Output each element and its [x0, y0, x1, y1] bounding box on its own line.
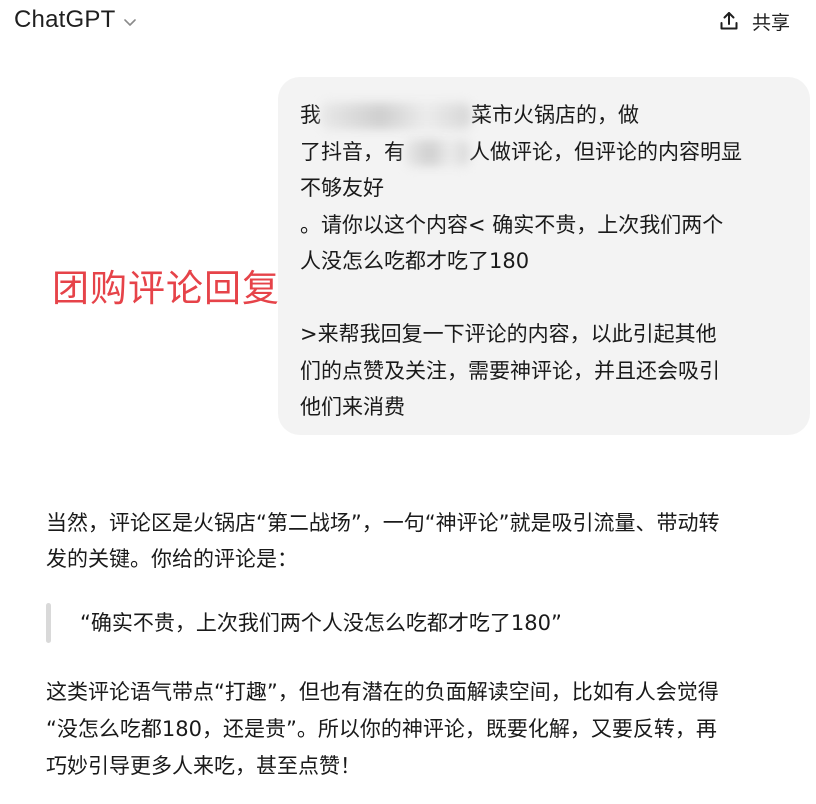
user-message-blank-line — [300, 280, 790, 317]
redacted-blur — [321, 103, 471, 129]
overlay-annotation: 团购评论回复 — [52, 267, 280, 310]
user-message-line-5: 人没怎么吃都才吃了180 — [300, 249, 530, 273]
user-message-line-7: >来帮我回复一下评论的内容，以此引起其他 — [300, 322, 717, 346]
user-line2-start: 了抖音，有 — [300, 139, 405, 164]
app-title: ChatGPT — [14, 6, 116, 33]
model-selector[interactable]: ChatGPT — [14, 6, 137, 34]
user-message-line-2: 了抖音，有 人做评论，但评论的内容明显 — [300, 134, 790, 171]
blockquote-text: “确实不贵，上次我们两个人没怎么吃都才吃了180” — [80, 611, 562, 635]
assistant-line: 巧妙引导更多人来吃，甚至点赞！ — [46, 754, 361, 778]
user-line1-end: 菜市火锅店的，做 — [471, 103, 639, 127]
blockquote-bar — [46, 603, 51, 643]
user-line2-end: 人做评论，但评论的内容明显 — [469, 139, 742, 164]
assistant-line: 当然，评论区是火锅店“第二战场”，一句“神评论”就是吸引流量、带动转 — [46, 511, 720, 535]
user-message-text: 我 菜市火锅店的，做 了抖音，有 人做评论，但评论的内容明显 不够友好 。请你以这个… — [300, 97, 790, 426]
user-message-line-9: 他们来消费 — [300, 395, 405, 419]
share-icon — [720, 12, 738, 30]
share-button[interactable]: 共享 — [718, 6, 790, 36]
assistant-line: “没怎么吃都180，还是贵”。所以你的神评论，既要化解，又要反转，再 — [46, 717, 717, 741]
blockquote: “确实不贵，上次我们两个人没怎么吃都才吃了180” — [46, 601, 806, 645]
redacted-blur — [405, 139, 469, 166]
assistant-paragraph-1: 当然，评论区是火锅店“第二战场”，一句“神评论”就是吸引流量、带动转 发的关键。… — [46, 505, 816, 577]
assistant-line: 这类评论语气带点“打趣”，但也有潜在的负面解读空间，比如有人会觉得 — [46, 680, 719, 704]
user-message-line-8: 们的点赞及关注，需要神评论，并且还会吸引 — [300, 358, 720, 383]
assistant-line: 发的关键。你给的评论是： — [46, 547, 298, 571]
user-line1-start: 我 — [300, 103, 321, 127]
user-message-bubble: 我 菜市火锅店的，做 了抖音，有 人做评论，但评论的内容明显 不够友好 。请你以这个… — [278, 77, 810, 435]
user-message-line-3: 不够友好 — [300, 176, 384, 200]
top-bar: ChatGPT 共享 — [0, 0, 816, 44]
user-message-line-4: 。请你以这个内容< 确实不贵，上次我们两个 — [300, 212, 724, 237]
assistant-paragraph-2: 这类评论语气带点“打趣”，但也有潜在的负面解读空间，比如有人会觉得 “没怎么吃都… — [46, 674, 816, 785]
chevron-down-icon — [124, 19, 137, 26]
share-label: 共享 — [751, 11, 790, 34]
chat-page: ChatGPT 共享 我 菜市火锅店的，做 了抖音，有 人做评论，但评论的内容明显 … — [0, 0, 816, 804]
user-message-line-1: 我 菜市火锅店的，做 — [300, 97, 790, 134]
